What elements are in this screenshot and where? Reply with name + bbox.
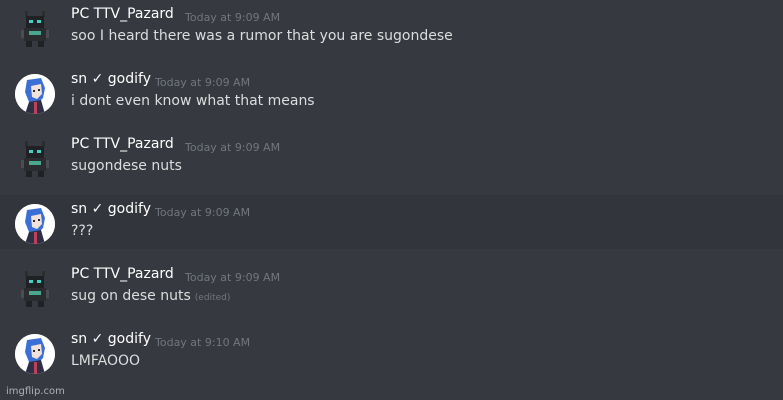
username[interactable]: PC TTV_Pazard <box>71 266 174 282</box>
pixel-robot-avatar-icon <box>21 141 49 177</box>
anime-character-avatar-icon <box>15 74 55 114</box>
anime-character-avatar-icon <box>15 204 55 244</box>
username[interactable]: PC TTV_Pazard <box>71 136 174 152</box>
message-text: i dont even know what that means <box>71 93 315 109</box>
message-body: sug on dese nuts <box>71 288 191 304</box>
message-text: ??? <box>71 223 94 239</box>
watermark: imgflip.com <box>6 386 65 397</box>
avatar[interactable] <box>15 204 55 244</box>
timestamp: Today at 9:09 AM <box>155 76 251 89</box>
anime-character-avatar-icon <box>15 334 55 374</box>
timestamp: Today at 9:09 AM <box>185 271 281 284</box>
avatar[interactable] <box>15 74 55 114</box>
pixel-robot-avatar-icon <box>21 271 49 307</box>
message-text: LMFAOOO <box>71 353 141 369</box>
avatar[interactable] <box>15 139 55 179</box>
message[interactable]: sn ✓ godify Today at 9:09 AM i dont even… <box>0 65 783 130</box>
message[interactable]: sn ✓ godify Today at 9:10 AM LMFAOOO <box>0 325 783 390</box>
avatar[interactable] <box>15 334 55 374</box>
timestamp: Today at 9:09 AM <box>155 206 251 219</box>
message[interactable]: sn ✓ godify Today at 9:09 AM ??? <box>0 195 783 249</box>
message[interactable]: PC TTV_Pazard Today at 9:09 AM sugondese… <box>0 130 783 195</box>
timestamp: Today at 9:09 AM <box>185 141 281 154</box>
avatar[interactable] <box>15 269 55 309</box>
message[interactable]: PC TTV_Pazard Today at 9:09 AM soo I hea… <box>0 0 783 65</box>
message-text: sugondese nuts <box>71 158 182 174</box>
timestamp: Today at 9:09 AM <box>185 11 281 24</box>
edited-label: (edited) <box>194 293 231 303</box>
message-text: sug on dese nuts (edited) <box>71 288 230 304</box>
username[interactable]: sn ✓ godify <box>71 201 151 217</box>
pixel-robot-avatar-icon <box>21 11 49 47</box>
message[interactable]: PC TTV_Pazard Today at 9:09 AM sug on de… <box>0 260 783 325</box>
avatar[interactable] <box>15 9 55 49</box>
username[interactable]: PC TTV_Pazard <box>71 6 174 22</box>
timestamp: Today at 9:10 AM <box>155 336 251 349</box>
username[interactable]: sn ✓ godify <box>71 71 151 87</box>
username[interactable]: sn ✓ godify <box>71 331 151 347</box>
message-text: soo I heard there was a rumor that you a… <box>71 28 453 44</box>
